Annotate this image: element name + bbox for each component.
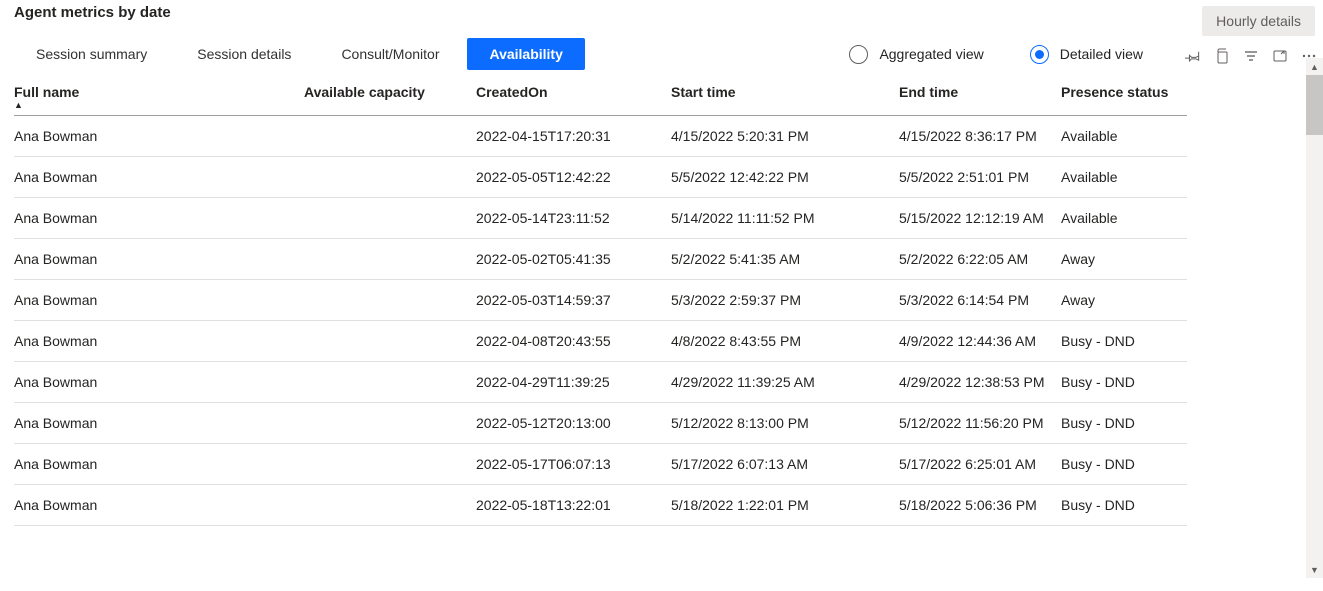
cell-start-time: 5/18/2022 1:22:01 PM: [671, 485, 899, 526]
col-header-start-time[interactable]: Start time: [671, 78, 899, 116]
cell-start-time: 4/29/2022 11:39:25 AM: [671, 362, 899, 403]
cell-full-name: Ana Bowman: [14, 157, 304, 198]
tab-availability[interactable]: Availability: [467, 38, 584, 70]
cell-available-capacity: [304, 157, 476, 198]
cell-presence-status: Busy - DND: [1061, 321, 1187, 362]
focus-mode-icon[interactable]: [1272, 48, 1288, 64]
scroll-up-icon[interactable]: ▲: [1306, 58, 1323, 75]
cell-available-capacity: [304, 444, 476, 485]
col-header-end-time[interactable]: End time: [899, 78, 1061, 116]
cell-end-time: 5/12/2022 11:56:20 PM: [899, 403, 1061, 444]
cell-end-time: 4/15/2022 8:36:17 PM: [899, 116, 1061, 157]
cell-created-on: 2022-04-08T20:43:55: [476, 321, 671, 362]
cell-presence-status: Available: [1061, 116, 1187, 157]
table-row[interactable]: Ana Bowman2022-05-17T06:07:135/17/2022 6…: [14, 444, 1187, 485]
tab-session-summary[interactable]: Session summary: [14, 38, 169, 70]
cell-created-on: 2022-04-29T11:39:25: [476, 362, 671, 403]
cell-full-name: Ana Bowman: [14, 280, 304, 321]
cell-full-name: Ana Bowman: [14, 362, 304, 403]
copy-icon[interactable]: [1214, 48, 1230, 64]
col-header-created-on[interactable]: CreatedOn: [476, 78, 671, 116]
cell-available-capacity: [304, 403, 476, 444]
cell-end-time: 5/15/2022 12:12:19 AM: [899, 198, 1061, 239]
vertical-scrollbar[interactable]: ▲ ▼: [1306, 58, 1323, 578]
tabs: Session summarySession detailsConsult/Mo…: [14, 38, 585, 70]
cell-presence-status: Busy - DND: [1061, 362, 1187, 403]
cell-available-capacity: [304, 239, 476, 280]
cell-end-time: 5/3/2022 6:14:54 PM: [899, 280, 1061, 321]
cell-start-time: 5/3/2022 2:59:37 PM: [671, 280, 899, 321]
cell-start-time: 4/8/2022 8:43:55 PM: [671, 321, 899, 362]
sort-asc-icon: ▲: [14, 100, 304, 109]
cell-full-name: Ana Bowman: [14, 198, 304, 239]
cell-available-capacity: [304, 321, 476, 362]
tab-session-details[interactable]: Session details: [175, 38, 313, 70]
table-row[interactable]: Ana Bowman 2022-04-15T17:20:314/15/2022 5…: [14, 116, 1187, 157]
cell-full-name: Ana Bowman: [14, 444, 304, 485]
scroll-down-icon[interactable]: ▼: [1306, 561, 1323, 578]
cell-created-on: 2022-04-15T17:20:31: [476, 116, 671, 157]
cell-start-time: 4/15/2022 5:20:31 PM: [671, 116, 899, 157]
tab-consult-monitor[interactable]: Consult/Monitor: [319, 38, 461, 70]
cell-full-name: Ana Bowman: [14, 321, 304, 362]
scroll-thumb[interactable]: [1306, 75, 1323, 135]
detailed-view-label: Detailed view: [1060, 46, 1143, 62]
cell-end-time: 5/17/2022 6:25:01 AM: [899, 444, 1061, 485]
cell-created-on: 2022-05-02T05:41:35: [476, 239, 671, 280]
cell-full-name: Ana Bowman: [14, 485, 304, 526]
cell-created-on: 2022-05-17T06:07:13: [476, 444, 671, 485]
cell-start-time: 5/14/2022 11:11:52 PM: [671, 198, 899, 239]
cell-created-on: 2022-05-05T12:42:22: [476, 157, 671, 198]
aggregated-view-label: Aggregated view: [879, 46, 983, 62]
cell-presence-status: Busy - DND: [1061, 485, 1187, 526]
cell-available-capacity: [304, 485, 476, 526]
cell-presence-status: Away: [1061, 239, 1187, 280]
hourly-details-button[interactable]: Hourly details: [1202, 6, 1315, 36]
cell-created-on: 2022-05-12T20:13:00: [476, 403, 671, 444]
table-row[interactable]: Ana Bowman 2022-04-08T20:43:554/8/2022 8:…: [14, 321, 1187, 362]
table-row[interactable]: Ana Bowman 2022-05-05T12:42:225/5/2022 12…: [14, 157, 1187, 198]
col-header-full-name[interactable]: Full name ▲: [14, 78, 304, 116]
cell-full-name: Ana Bowman: [14, 403, 304, 444]
cell-end-time: 5/5/2022 2:51:01 PM: [899, 157, 1061, 198]
cell-created-on: 2022-05-18T13:22:01: [476, 485, 671, 526]
aggregated-view-radio[interactable]: Aggregated view: [849, 45, 983, 64]
cell-created-on: 2022-05-03T14:59:37: [476, 280, 671, 321]
cell-end-time: 4/9/2022 12:44:36 AM: [899, 321, 1061, 362]
cell-available-capacity: [304, 198, 476, 239]
cell-available-capacity: [304, 280, 476, 321]
table-row[interactable]: Ana Bowman 2022-05-02T05:41:355/2/2022 5:…: [14, 239, 1187, 280]
table-row[interactable]: Ana Bowman 2022-05-14T23:11:525/14/2022 1…: [14, 198, 1187, 239]
cell-available-capacity: [304, 362, 476, 403]
table-row[interactable]: Ana Bowman 2022-05-18T13:22:015/18/2022 1…: [14, 485, 1187, 526]
col-header-available-capacity[interactable]: Available capacity: [304, 78, 476, 116]
table-row[interactable]: Ana Bowman2022-04-29T11:39:254/29/2022 1…: [14, 362, 1187, 403]
page-title: Agent metrics by date: [14, 0, 171, 23]
table-row[interactable]: Ana Bowman 2022-05-12T20:13:005/12/2022 8…: [14, 403, 1187, 444]
cell-available-capacity: [304, 116, 476, 157]
cell-start-time: 5/12/2022 8:13:00 PM: [671, 403, 899, 444]
pin-icon[interactable]: [1185, 48, 1201, 64]
cell-start-time: 5/5/2022 12:42:22 PM: [671, 157, 899, 198]
cell-presence-status: Available: [1061, 198, 1187, 239]
cell-start-time: 5/17/2022 6:07:13 AM: [671, 444, 899, 485]
cell-presence-status: Available: [1061, 157, 1187, 198]
col-header-presence-status[interactable]: Presence status: [1061, 78, 1187, 116]
cell-full-name: Ana Bowman: [14, 116, 304, 157]
cell-full-name: Ana Bowman: [14, 239, 304, 280]
cell-created-on: 2022-05-14T23:11:52: [476, 198, 671, 239]
cell-end-time: 5/18/2022 5:06:36 PM: [899, 485, 1061, 526]
cell-start-time: 5/2/2022 5:41:35 AM: [671, 239, 899, 280]
cell-presence-status: Busy - DND: [1061, 444, 1187, 485]
cell-presence-status: Away: [1061, 280, 1187, 321]
filter-icon[interactable]: [1243, 48, 1259, 64]
cell-end-time: 5/2/2022 6:22:05 AM: [899, 239, 1061, 280]
cell-end-time: 4/29/2022 12:38:53 PM: [899, 362, 1061, 403]
table-row[interactable]: Ana Bowman 2022-05-03T14:59:375/3/2022 2:…: [14, 280, 1187, 321]
cell-presence-status: Busy - DND: [1061, 403, 1187, 444]
detailed-view-radio[interactable]: Detailed view: [1030, 45, 1143, 64]
data-table: Full name ▲ Available capacity CreatedOn…: [14, 78, 1187, 526]
